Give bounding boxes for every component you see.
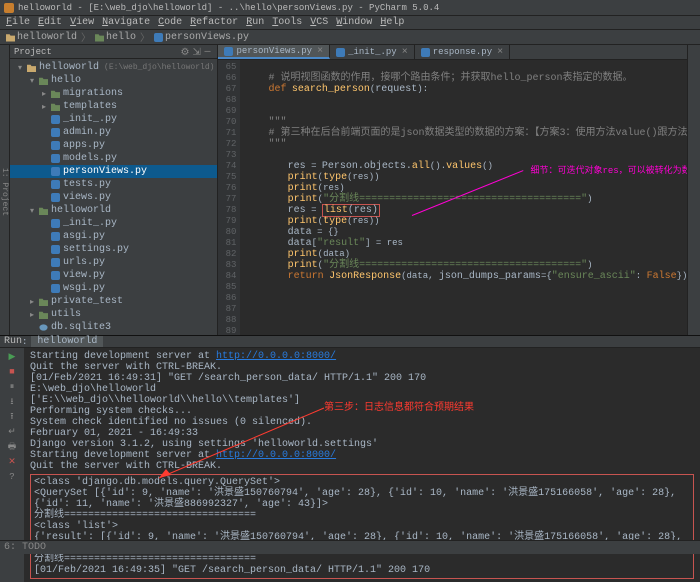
tree-item-tests-py[interactable]: tests.py (10, 178, 217, 191)
print-icon[interactable]: 🖶 (7, 441, 18, 452)
run-tool-window: Run: helloworld ▶ ■ ⏸ ⭳ ⭱ ↵ 🖶 ✕ ? Starti… (0, 335, 700, 550)
left-gutter-project-tab[interactable]: 1: Project (0, 45, 10, 335)
title-bar: helloworld - [E:\web_djo\helloworld] - .… (0, 0, 700, 16)
app-logo-icon (4, 3, 14, 13)
editor-tab[interactable]: response.py× (415, 45, 510, 59)
menu-window[interactable]: Window (336, 17, 372, 28)
menu-edit[interactable]: Edit (38, 17, 62, 28)
line-gutter: 6566676869707172737475767778798081828384… (218, 60, 240, 335)
menu-run[interactable]: Run (246, 17, 264, 28)
down-icon[interactable]: ⭳ (7, 396, 18, 407)
collapse-icon[interactable]: ⇲ (192, 47, 201, 56)
tree-item-personViews-py[interactable]: personViews.py (10, 165, 217, 178)
tree-item-asgi-py[interactable]: asgi.py (10, 230, 217, 243)
help-icon[interactable]: ? (7, 471, 18, 482)
close-tab-icon[interactable]: × (402, 47, 408, 58)
tree-item-manage-py[interactable]: manage.py (10, 334, 217, 335)
up-icon[interactable]: ⭱ (7, 411, 18, 422)
console-annotation: 第三步：日志信息都符合预期结果 (324, 403, 474, 414)
tree-item-wsgi-py[interactable]: wsgi.py (10, 282, 217, 295)
tree-item-private_test[interactable]: ▸private_test (10, 295, 217, 308)
tree-item-views-py[interactable]: views.py (10, 191, 217, 204)
hide-icon[interactable]: — (204, 47, 213, 56)
menu-file[interactable]: File (6, 17, 30, 28)
window-title: helloworld - [E:\web_djo\helloworld] - .… (18, 3, 439, 13)
editor-area: personViews.py×_init_.py×response.py× 65… (218, 45, 700, 335)
tree-item-models-py[interactable]: models.py (10, 152, 217, 165)
menu-vcs[interactable]: VCS (310, 17, 328, 28)
project-tree: ▾helloworld(E:\web_djo\helloworld)▾hello… (10, 59, 217, 335)
project-header-title: Project (14, 47, 177, 57)
close-tab-icon[interactable]: × (497, 47, 503, 58)
pause-icon[interactable]: ⏸ (7, 381, 18, 392)
breadcrumb-item[interactable]: personViews.py (154, 32, 249, 43)
wrap-icon[interactable]: ↵ (7, 426, 18, 437)
tree-item-admin-py[interactable]: admin.py (10, 126, 217, 139)
tree-item-_init_-py[interactable]: _init_.py (10, 217, 217, 230)
rerun-icon[interactable]: ▶ (7, 351, 18, 362)
status-bar: 6: TODO (0, 540, 700, 554)
code-body[interactable]: # 说明视图函数的作用，接哪个路由条件；并获取hello_person表指定的数… (240, 60, 700, 335)
run-header: Run: helloworld (0, 336, 700, 348)
close-tab-icon[interactable]: × (317, 46, 323, 57)
run-title: Run (4, 336, 22, 347)
tree-item-_init_-py[interactable]: _init_.py (10, 113, 217, 126)
menu-tools[interactable]: Tools (272, 17, 302, 28)
tree-item-templates[interactable]: ▸templates (10, 100, 217, 113)
menu-bar: File Edit View Navigate Code Refactor Run Tools… (0, 16, 700, 30)
editor-tab[interactable]: personViews.py× (218, 45, 330, 59)
editor-tabs: personViews.py×_init_.py×response.py× (218, 45, 700, 60)
status-todo[interactable]: 6: TODO (4, 542, 46, 553)
tree-item-db-sqlite3[interactable]: db.sqlite3 (10, 321, 217, 334)
console-highlight-box: <class 'django.db.models.query.QuerySet'… (30, 474, 694, 579)
menu-code[interactable]: Code (158, 17, 182, 28)
tree-item-helloworld[interactable]: ▾helloworld (10, 204, 217, 217)
menu-view[interactable]: View (70, 17, 94, 28)
editor-tab[interactable]: _init_.py× (330, 45, 415, 59)
menu-help[interactable]: Help (380, 17, 404, 28)
right-gutter (687, 45, 700, 335)
tree-item-utils[interactable]: ▸utils (10, 308, 217, 321)
project-tool-window: Project ⚙ ⇲ — ▾helloworld(E:\web_djo\hel… (10, 45, 218, 335)
tree-item-settings-py[interactable]: settings.py (10, 243, 217, 256)
code-editor[interactable]: 6566676869707172737475767778798081828384… (218, 60, 700, 335)
breadcrumb: helloworld〉hello〉personViews.py (0, 30, 700, 45)
project-header: Project ⚙ ⇲ — (10, 45, 217, 59)
tree-item-migrations[interactable]: ▸migrations (10, 87, 217, 100)
menu-navigate[interactable]: Navigate (102, 17, 150, 28)
stop-icon[interactable]: ■ (7, 366, 18, 377)
tree-item-apps-py[interactable]: apps.py (10, 139, 217, 152)
tree-item-hello[interactable]: ▾hello (10, 74, 217, 87)
settings-icon[interactable]: ⚙ (180, 47, 189, 56)
tree-item-helloworld[interactable]: ▾helloworld(E:\web_djo\helloworld) (10, 61, 217, 74)
close-icon[interactable]: ✕ (7, 456, 18, 467)
tree-item-urls-py[interactable]: urls.py (10, 256, 217, 269)
code-annotation: 细节：可迭代对象res，可以被转化为数据类型为列表的数据类型 (530, 166, 660, 177)
menu-refactor[interactable]: Refactor (190, 17, 238, 28)
breadcrumb-item[interactable]: helloworld (6, 32, 77, 43)
breadcrumb-item[interactable]: hello (95, 32, 136, 43)
tree-item-view-py[interactable]: view.py (10, 269, 217, 282)
run-config-tab[interactable]: helloworld (31, 336, 103, 347)
